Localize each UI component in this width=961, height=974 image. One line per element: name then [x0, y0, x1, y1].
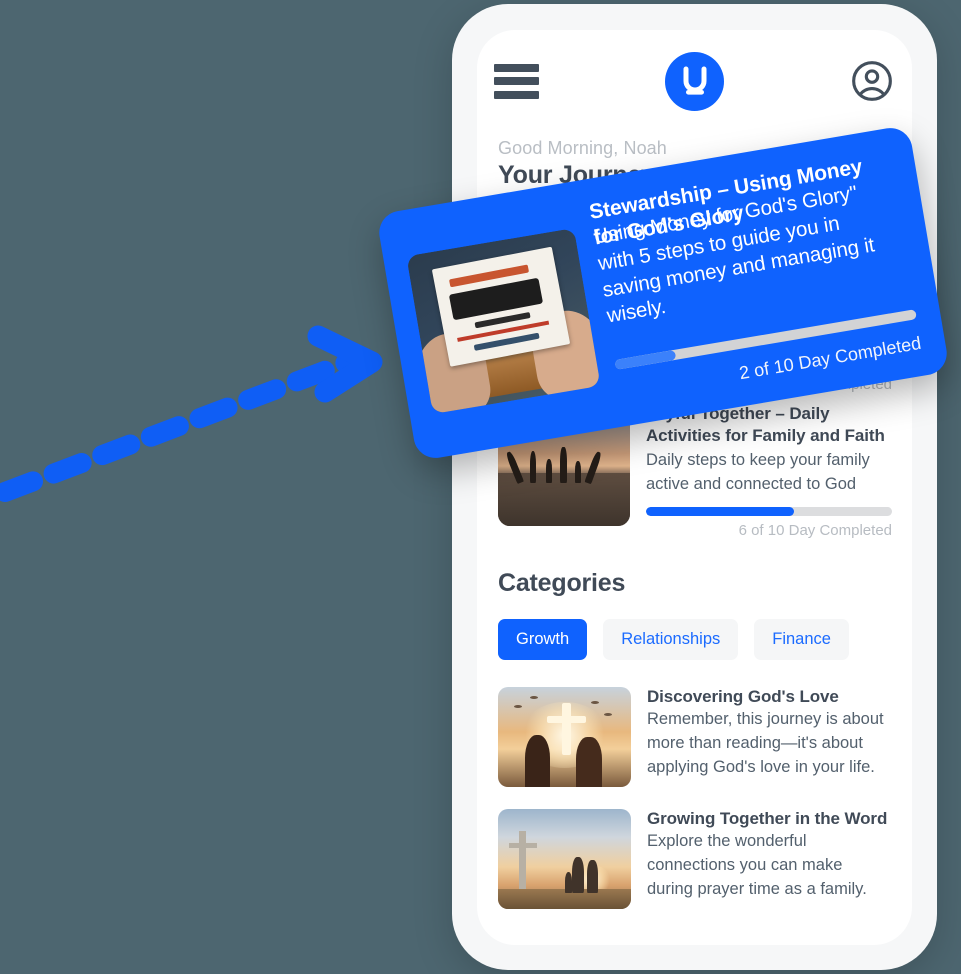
- account-circle-icon[interactable]: [850, 59, 894, 103]
- category-items-list: Discovering God's Love Remember, this jo…: [498, 687, 892, 910]
- list-item[interactable]: Discovering God's Love Remember, this jo…: [498, 687, 892, 788]
- category-chip-finance[interactable]: Finance: [754, 619, 849, 661]
- journey-progress-fill: [646, 507, 794, 517]
- journey-progress-bar: [646, 507, 892, 517]
- category-chip-relationships[interactable]: Relationships: [603, 619, 739, 661]
- category-thumb-growing-together-in-the-word: [498, 809, 631, 910]
- category-item-description: Remember, this journey is about more tha…: [647, 710, 884, 777]
- journey-description: Daily steps to keep your family active a…: [646, 451, 870, 494]
- list-item[interactable]: Growing Together in the Word Explore the…: [498, 809, 892, 910]
- category-thumb-discovering-gods-love: [498, 687, 631, 788]
- category-item-title: Growing Together in the Word: [647, 809, 888, 829]
- logo-u-glyph: [683, 66, 706, 95]
- category-chip-growth[interactable]: Growth: [498, 619, 588, 661]
- hamburger-menu-icon[interactable]: [494, 63, 539, 99]
- dashed-pointer-arrow: [0, 325, 383, 502]
- category-chip-row: Growth Relationships Finance: [498, 619, 892, 661]
- journey-progress-fill: [614, 349, 677, 370]
- category-item-title: Discovering God's Love: [647, 687, 839, 707]
- categories-section: Categories Growth Relationships Finance: [477, 547, 912, 910]
- journey-thumb-stewardship: [406, 227, 601, 414]
- brand-logo-u[interactable]: [665, 51, 724, 111]
- journey-progress-label: 6 of 10 Day Completed: [738, 522, 892, 540]
- app-header: [477, 30, 912, 132]
- categories-title: Categories: [498, 569, 626, 598]
- category-item-description: Explore the wonderful connections you ca…: [647, 832, 867, 899]
